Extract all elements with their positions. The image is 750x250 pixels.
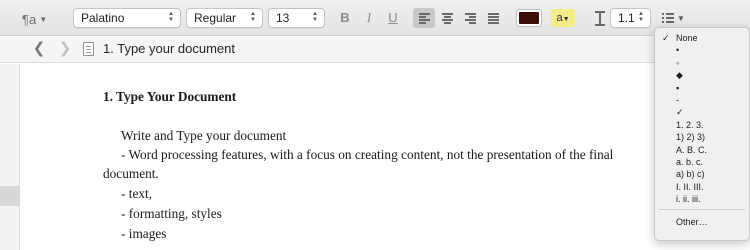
align-center-button[interactable] xyxy=(436,8,458,28)
align-left-button[interactable] xyxy=(413,8,435,28)
list-style-label: A. B. C. xyxy=(676,144,708,155)
align-center-icon xyxy=(441,13,453,24)
forward-arrow-icon[interactable]: ❯ xyxy=(57,40,73,58)
updown-arrows-icon: ▲ ▼ xyxy=(250,11,256,23)
list-style-label: ◦ xyxy=(676,57,680,68)
list-style-other-option[interactable]: Other… xyxy=(655,216,749,228)
body-line: - formatting, styles xyxy=(121,206,222,221)
list-style-option[interactable]: ◆ xyxy=(655,69,749,81)
updown-arrows-icon: ▲ ▼ xyxy=(312,11,318,23)
list-style-label: i. ii. iii. xyxy=(676,194,701,205)
list-style-option[interactable]: ◦ xyxy=(655,57,749,69)
body-line: - text, xyxy=(121,186,153,201)
list-style-option[interactable]: ✓ None xyxy=(655,32,749,44)
list-style-label: a. b. c. xyxy=(676,157,704,167)
typeface-popup[interactable]: Regular ▲ ▼ xyxy=(186,8,263,28)
list-style-label: ▪ xyxy=(676,82,680,93)
font-size-value: 13 xyxy=(276,11,290,25)
body-line: - Word processing features, with a focus… xyxy=(121,147,614,162)
list-style-label: a) b) c) xyxy=(676,169,705,180)
paragraph-style-button[interactable]: ¶a ▼ xyxy=(22,11,68,27)
chevron-down-icon: ▼ xyxy=(39,14,48,24)
list-style-option[interactable]: i. ii. iii. xyxy=(655,193,749,205)
list-style-label: ◆ xyxy=(676,70,683,81)
list-style-label: 1) 2) 3) xyxy=(676,132,706,143)
body-line: Write and Type your document xyxy=(121,128,287,143)
list-style-option[interactable]: A. B. C. xyxy=(655,144,749,156)
document-titlebar: ❮ ❯ 1. Type your document xyxy=(0,36,750,63)
document-icon xyxy=(83,42,94,56)
bulleted-list-icon xyxy=(662,13,674,23)
list-style-option[interactable]: 1. 2. 3. xyxy=(655,119,749,131)
list-style-option[interactable]: • xyxy=(655,44,749,56)
list-style-option[interactable]: 1) 2) 3) xyxy=(655,131,749,143)
underline-button[interactable]: U xyxy=(383,9,403,27)
list-style-label: I. II. III. xyxy=(676,181,704,192)
chevron-down-icon: ▼ xyxy=(677,13,685,23)
left-gutter xyxy=(0,64,20,250)
list-style-option[interactable]: a) b) c) xyxy=(655,168,749,180)
align-left-icon xyxy=(418,13,430,24)
list-style-option[interactable]: ✓ xyxy=(655,106,749,118)
paragraph-icon: ¶a xyxy=(22,11,37,27)
line-spacing-icon xyxy=(594,10,606,26)
justify-button[interactable] xyxy=(482,8,504,28)
bold-button[interactable]: B xyxy=(335,9,355,27)
gutter-selection-marker xyxy=(0,186,20,206)
body-line: document. xyxy=(103,166,159,181)
font-family-popup[interactable]: Palatino ▲ ▼ xyxy=(73,8,181,28)
list-style-label: - xyxy=(676,95,679,105)
body-line: - images xyxy=(121,226,167,241)
updown-arrows-icon: ▲ ▼ xyxy=(168,11,174,23)
format-toolbar: ¶a ▼ Palatino ▲ ▼ Regular ▲ ▼ 13 ▲ ▼ B I U xyxy=(0,0,750,36)
list-style-label: • xyxy=(676,45,680,56)
text-color-swatch xyxy=(519,12,539,24)
highlight-color-button[interactable]: a▼ xyxy=(551,9,575,27)
align-right-button[interactable] xyxy=(459,8,481,28)
typeface-value: Regular xyxy=(194,11,237,25)
line-spacing-value: 1.1 xyxy=(618,11,635,25)
justify-icon xyxy=(487,13,499,24)
document-heading: 1. Type Your Document xyxy=(103,89,237,104)
italic-button[interactable]: I xyxy=(359,9,379,27)
list-style-button[interactable]: ▼ xyxy=(662,9,690,27)
line-spacing-popup[interactable]: 1.1 ▲ ▼ xyxy=(610,8,651,28)
updown-arrows-icon: ▲ ▼ xyxy=(638,11,644,23)
font-size-popup[interactable]: 13 ▲ ▼ xyxy=(268,8,325,28)
text-color-well[interactable] xyxy=(516,9,542,27)
menu-divider xyxy=(659,208,745,210)
checkmark-icon: ✓ xyxy=(662,33,670,43)
list-style-option[interactable]: a. b. c. xyxy=(655,156,749,168)
list-style-label: None xyxy=(676,33,698,43)
document-body[interactable]: 1. Type Your Document Write and Type you… xyxy=(103,86,663,241)
list-style-label: 1. 2. 3. xyxy=(676,119,704,130)
list-style-option[interactable]: ▪ xyxy=(655,82,749,94)
list-style-option[interactable]: - xyxy=(655,94,749,106)
align-right-icon xyxy=(464,13,476,24)
document-title: 1. Type your document xyxy=(103,41,236,56)
back-arrow-icon[interactable]: ❮ xyxy=(31,40,47,58)
list-style-menu: ✓ None • ◦ ◆ ▪ - ✓ 1. 2. 3. 1) 2) 3) A. B. C. a. b.… xyxy=(654,27,750,241)
list-style-label: ✓ xyxy=(676,107,684,118)
font-family-value: Palatino xyxy=(81,11,125,25)
list-style-option[interactable]: I. II. III. xyxy=(655,181,749,193)
